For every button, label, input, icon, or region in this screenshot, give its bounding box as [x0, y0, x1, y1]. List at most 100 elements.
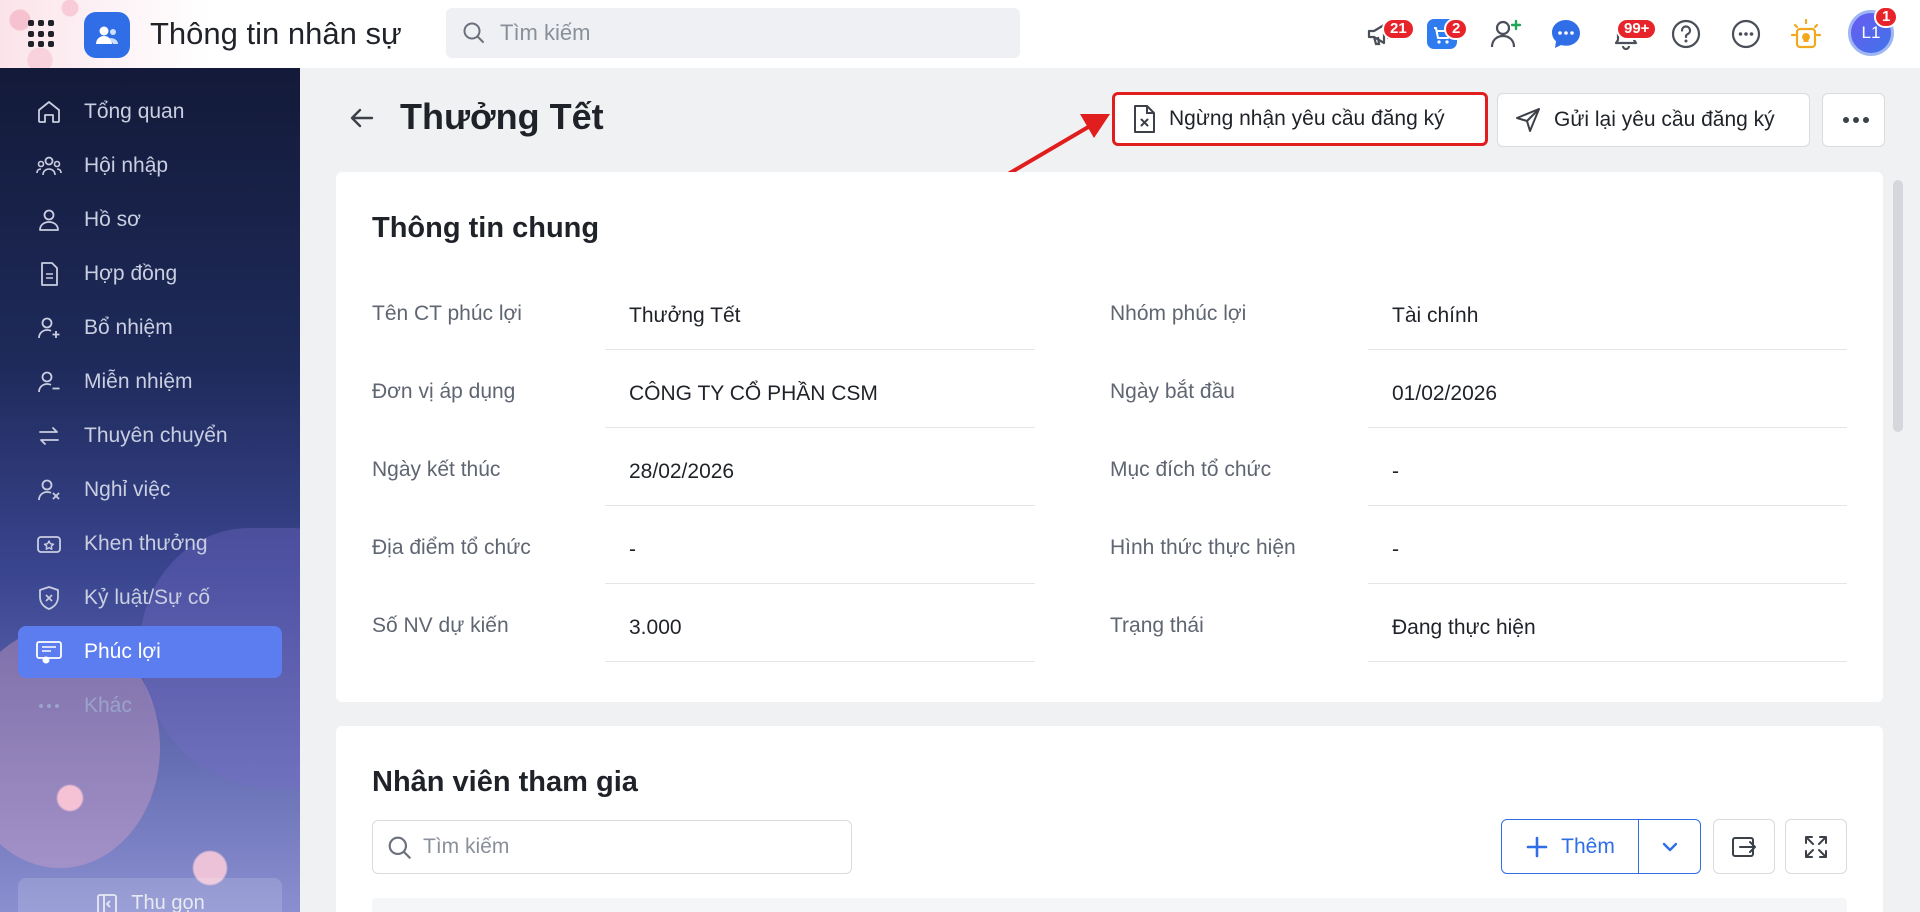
chevron-down-icon [1662, 842, 1677, 851]
home-icon [34, 97, 64, 127]
user-icon [34, 205, 64, 235]
add-participant-button-group: Thêm [1501, 819, 1701, 874]
sidebar-item-ky-luat[interactable]: Kỷ luật/Sự cố [18, 572, 282, 624]
back-button[interactable] [344, 100, 380, 136]
page-scrollbar[interactable] [1893, 180, 1903, 432]
sidebar-item-hoi-nhap[interactable]: Hội nhập [18, 140, 282, 192]
sidebar-item-label: Thuyên chuyển [84, 424, 228, 447]
field-label: Tên CT phúc lợi [372, 302, 522, 325]
global-search-input[interactable] [500, 8, 1000, 58]
sidebar-item-tong-quan[interactable]: Tổng quan [18, 86, 282, 138]
benefit-icon [34, 637, 64, 667]
participants-title: Nhân viên tham gia [372, 766, 638, 798]
add-participant-button[interactable]: Thêm [1502, 820, 1639, 873]
field-value: - [605, 536, 1035, 584]
field-value: 28/02/2026 [605, 458, 1035, 506]
sidebar-item-label: Miễn nhiệm [84, 370, 193, 393]
stop-registration-label: Ngừng nhận yêu cầu đăng ký [1169, 107, 1445, 130]
fullscreen-button[interactable] [1785, 819, 1847, 874]
megaphone-icon[interactable]: 21 [1360, 14, 1415, 54]
sidebar-item-label: Khác [84, 694, 132, 717]
more-actions-button[interactable] [1822, 93, 1885, 147]
field-label: Mục đích tổ chức [1110, 458, 1272, 481]
field-label: Ngày bắt đầu [1110, 380, 1235, 403]
bell-icon[interactable]: 99+ [1606, 14, 1658, 54]
sidebar-item-label: Kỷ luật/Sự cố [84, 586, 211, 609]
general-info-title: Thông tin chung [372, 212, 600, 244]
shield-x-icon [34, 583, 64, 613]
sidebar-item-nghi-viec[interactable]: Nghỉ việc [18, 464, 282, 516]
general-info-card: Thông tin chung Tên CT phúc lợi Thưởng T… [336, 172, 1883, 702]
sidebar-item-phuc-loi[interactable]: Phúc lợi [18, 626, 282, 678]
app-launcher-icon[interactable] [28, 20, 56, 48]
field-value: - [1368, 458, 1847, 506]
search-icon [463, 22, 484, 43]
field-label: Ngày kết thúc [372, 458, 501, 481]
avatar-badge: 1 [1874, 6, 1899, 28]
collapse-label: Thu gọn [131, 892, 205, 912]
field-value: CÔNG TY CỔ PHẦN CSM [605, 380, 1035, 428]
notification-badge: 99+ [1616, 18, 1658, 40]
expand-icon [1805, 835, 1827, 858]
sidebar-item-mien-nhiem[interactable]: Miễn nhiệm [18, 356, 282, 408]
award-icon [34, 529, 64, 559]
field-value: 3.000 [605, 614, 1035, 662]
field-label: Địa điểm tổ chức [372, 536, 531, 559]
field-value: Thưởng Tết [605, 302, 1035, 350]
plus-icon [1526, 836, 1548, 857]
sidebar-item-hop-dong[interactable]: Hợp đồng [18, 248, 282, 300]
file-x-icon [1134, 105, 1155, 133]
sidebar-item-bo-nhiem[interactable]: Bổ nhiệm [18, 302, 282, 354]
chat-icon[interactable] [1546, 14, 1586, 54]
field-label: Hình thức thực hiện [1110, 536, 1296, 559]
field-label: Đơn vị áp dụng [372, 380, 516, 403]
sidebar-item-khen-thuong[interactable]: Khen thưởng [18, 518, 282, 570]
sidebar-item-khac[interactable]: Khác [18, 680, 282, 732]
top-bar: Thông tin nhân sự 21 2 99+ L1 1 [0, 0, 1920, 68]
user-minus-icon [34, 367, 64, 397]
sidebar-item-ho-so[interactable]: Hồ sơ [18, 194, 282, 246]
more-icon[interactable] [1726, 14, 1766, 54]
sidebar-item-label: Hồ sơ [84, 208, 141, 231]
resend-registration-label: Gửi lại yêu cầu đăng ký [1554, 108, 1775, 131]
search-icon [388, 836, 411, 859]
add-options-dropdown[interactable] [1639, 820, 1700, 873]
participants-search[interactable] [372, 820, 852, 874]
sidebar-item-label: Phúc lợi [84, 640, 161, 663]
sidebar-item-thuyen-chuyen[interactable]: Thuyên chuyển [18, 410, 282, 462]
user-x-icon [34, 475, 64, 505]
collapse-icon [97, 894, 118, 912]
sidebar: Tổng quan Hội nhập Hồ sơ Hợp đồng Bổ nhi… [0, 68, 300, 912]
participants-table-header [372, 898, 1847, 912]
avatar-initials: L1 [1861, 23, 1881, 42]
global-search[interactable] [446, 8, 1020, 58]
sidebar-item-label: Hội nhập [84, 154, 169, 177]
add-user-icon[interactable] [1486, 14, 1526, 54]
sidebar-item-label: Khen thưởng [84, 532, 208, 555]
user-plus-icon [34, 313, 64, 343]
collapse-sidebar-button[interactable]: Thu gọn [18, 878, 282, 912]
export-button[interactable] [1713, 819, 1775, 874]
team-icon [34, 151, 64, 181]
page-title: Thưởng Tết [400, 96, 604, 137]
hr-app-logo-icon [84, 12, 130, 58]
dots-icon [34, 691, 64, 721]
export-icon [1732, 836, 1756, 857]
resend-registration-button[interactable]: Gửi lại yêu cầu đăng ký [1497, 93, 1810, 147]
sidebar-item-label: Bổ nhiệm [84, 316, 173, 339]
field-value: Đang thực hiện [1368, 614, 1847, 662]
add-participant-label: Thêm [1561, 834, 1615, 858]
field-label: Trạng thái [1110, 614, 1204, 637]
participants-search-input[interactable] [423, 821, 843, 873]
help-icon[interactable] [1666, 14, 1706, 54]
document-icon [34, 259, 64, 289]
sidebar-item-label: Hợp đồng [84, 262, 178, 285]
participants-card: Nhân viên tham gia Thêm [336, 726, 1883, 912]
field-value: Tài chính [1368, 302, 1847, 350]
idea-icon[interactable] [1786, 14, 1826, 54]
field-value: - [1368, 536, 1847, 584]
cart-icon[interactable]: 2 [1422, 14, 1469, 54]
notification-badge: 2 [1444, 18, 1469, 40]
stop-registration-button[interactable]: Ngừng nhận yêu cầu đăng ký [1112, 92, 1488, 146]
notification-badge: 21 [1382, 18, 1415, 40]
